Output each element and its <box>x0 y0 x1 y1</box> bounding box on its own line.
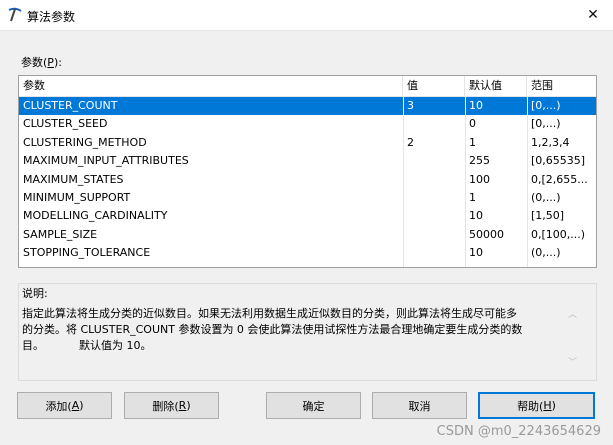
column-header-value[interactable]: 值 <box>403 76 465 96</box>
param-cell: MINIMUM_SUPPORT <box>23 191 131 204</box>
default-cell: 50000 <box>469 227 504 241</box>
table-row[interactable]: MODELLING_CARDINALITY 10 [1,50] <box>19 207 596 225</box>
param-cell: MAXIMUM_INPUT_ATTRIBUTES <box>23 154 189 168</box>
param-cell: CLUSTER_COUNT <box>23 99 118 112</box>
help-button[interactable]: 帮助(H) <box>478 392 595 419</box>
param-cell: CLUSTER_SEED <box>23 117 108 131</box>
close-button[interactable]: ✕ <box>573 0 613 30</box>
value-cell <box>403 189 465 207</box>
table-row[interactable]: MAXIMUM_STATES 100 0,[2,655... <box>19 171 596 189</box>
table-header: 参数 值 默认值 范围 <box>19 76 596 97</box>
range-cell: 0,[2,655... <box>531 172 588 186</box>
default-cell: 10 <box>469 99 483 112</box>
range-cell: (0,...) <box>531 246 561 260</box>
range-cell: (0,...) <box>531 191 561 204</box>
column-header-param[interactable]: 参数 <box>19 76 403 96</box>
pickaxe-icon <box>8 7 22 22</box>
default-cell: 1 <box>469 191 476 204</box>
description-text: 指定此算法将生成分类的近似数目。如果无法利用数据生成近似数目的分类，则此算法将生… <box>22 307 523 352</box>
range-cell: 1,2,3,4 <box>531 135 570 149</box>
delete-button[interactable]: 删除(R) <box>124 392 219 419</box>
default-cell: 10 <box>469 209 483 223</box>
range-cell: [0,...) <box>531 99 561 112</box>
params-label: 参数(P): <box>21 56 62 69</box>
table-row[interactable]: CLUSTER_SEED 0 [0,...) <box>19 115 596 133</box>
description-label: 说明: <box>22 287 48 300</box>
window-title: 算法参数 <box>27 10 76 24</box>
column-header-range[interactable]: 范围 <box>527 76 596 96</box>
default-cell: 255 <box>469 154 490 168</box>
table-row[interactable]: MINIMUM_SUPPORT 1 (0,...) <box>19 189 596 207</box>
ok-button[interactable]: 确定 <box>266 392 361 419</box>
param-cell: MAXIMUM_STATES <box>23 172 124 186</box>
table-row[interactable]: MAXIMUM_INPUT_ATTRIBUTES 255 [0,65535] <box>19 152 596 170</box>
value-cell <box>403 226 465 244</box>
default-cell: 1 <box>469 135 476 149</box>
watermark: CSDN @m0_2243654629 <box>436 424 601 439</box>
scroll-up-icon[interactable]: ︿ <box>568 307 577 320</box>
param-cell: CLUSTERING_METHOD <box>23 135 147 149</box>
value-cell <box>403 244 465 262</box>
value-cell <box>403 115 465 133</box>
range-cell: 0,[100,...) <box>531 227 586 241</box>
table-row[interactable]: CLUSTER_COUNT 3 10 [0,...) <box>19 97 596 116</box>
range-cell: [0,65535] <box>531 154 586 168</box>
table-row[interactable]: CLUSTERING_METHOD 2 1 1,2,3,4 <box>19 134 596 152</box>
param-cell: STOPPING_TOLERANCE <box>23 246 151 260</box>
cancel-button[interactable]: 取消 <box>372 392 467 419</box>
range-cell: [0,...) <box>531 117 561 131</box>
value-cell <box>403 152 465 170</box>
value-cell <box>403 171 465 189</box>
add-button[interactable]: 添加(A) <box>17 392 112 419</box>
value-cell: 3 <box>407 99 414 112</box>
param-cell: SAMPLE_SIZE <box>23 227 98 241</box>
column-header-default[interactable]: 默认值 <box>465 76 527 96</box>
value-cell <box>403 207 465 225</box>
table-row[interactable]: SAMPLE_SIZE 50000 0,[100,...) <box>19 226 596 244</box>
title-bar: 算法参数 ✕ <box>0 0 613 31</box>
table-row[interactable]: STOPPING_TOLERANCE 10 (0,...) <box>19 244 596 262</box>
range-cell: [1,50] <box>531 209 565 223</box>
close-icon: ✕ <box>587 7 599 23</box>
param-cell: MODELLING_CARDINALITY <box>23 209 168 223</box>
scroll-down-icon[interactable]: ﹀ <box>568 355 577 368</box>
value-cell: 2 <box>407 135 414 149</box>
default-cell: 100 <box>469 172 490 186</box>
params-table[interactable]: 参数 值 默认值 范围 CLUSTER_COUNT 3 10 [0,...) CLUST… <box>18 75 597 268</box>
default-cell: 0 <box>469 117 476 131</box>
default-cell: 10 <box>469 246 483 260</box>
